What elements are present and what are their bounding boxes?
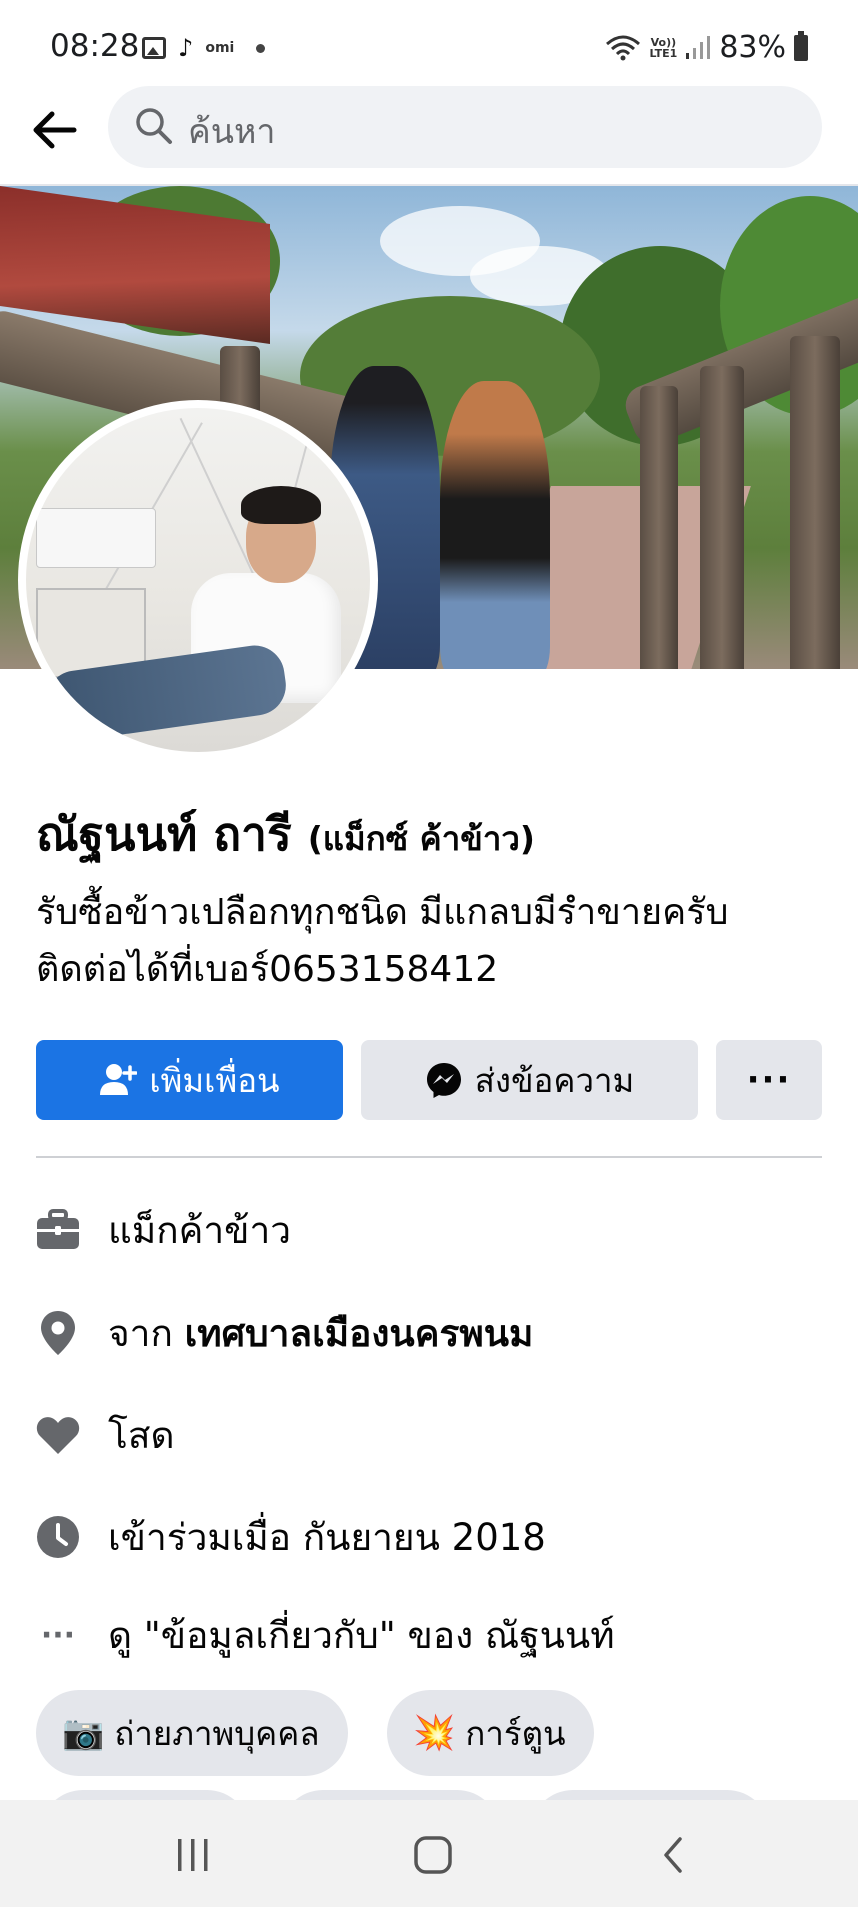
search-placeholder: ค้นหา	[188, 112, 276, 152]
add-friend-icon	[100, 1064, 138, 1095]
more-horizontal-icon: ···	[36, 1613, 80, 1657]
home-icon	[414, 1836, 452, 1874]
top-bar: ค้นหา	[0, 86, 858, 186]
signal-icon	[686, 35, 711, 59]
chevron-left-icon	[664, 1837, 682, 1873]
messenger-icon	[426, 1063, 461, 1098]
joined-text: เข้าร่วมเมื่อ กันยายน 2018	[108, 1515, 546, 1559]
add-friend-label: เพิ่มเพื่อน	[149, 1060, 280, 1100]
wifi-icon	[606, 35, 641, 60]
tiktok-icon: ♪	[178, 34, 194, 62]
work-text: แม็กค้าข้าว	[108, 1208, 292, 1252]
hometown-prefix: จาก	[108, 1311, 173, 1355]
person-shape	[440, 381, 550, 669]
collision-icon: 💥	[413, 1713, 456, 1753]
message-label: ส่งข้อความ	[474, 1060, 635, 1100]
battery-percent: 83%	[719, 30, 786, 65]
divider	[36, 1156, 822, 1158]
status-bar: 08:28 ♪ omi Vo)) LTE1 83%	[0, 0, 858, 92]
notification-dot-icon	[256, 43, 266, 53]
volte-label-top: Vo))	[650, 35, 677, 49]
heart-icon	[36, 1413, 80, 1457]
search-input[interactable]: ค้นหา	[108, 86, 822, 168]
back-arrow-icon	[33, 111, 77, 149]
interest-chip-cartoon[interactable]: 💥 การ์ตูน	[387, 1690, 594, 1776]
status-right-icons: Vo)) LTE1 83%	[605, 30, 808, 65]
avatar-photo	[26, 408, 370, 752]
post-shape	[700, 366, 744, 669]
relationship-text: โสด	[108, 1413, 175, 1457]
avatar[interactable]	[18, 400, 378, 760]
gallery-icon	[142, 37, 166, 59]
interest-label: ถ่ายภาพบุคคล	[114, 1713, 320, 1753]
system-back-button[interactable]	[643, 1830, 703, 1880]
clock-icon	[36, 1515, 80, 1559]
more-horizontal-glyph: ···	[40, 1617, 76, 1653]
location-pin-icon	[36, 1311, 80, 1355]
battery-icon	[794, 30, 808, 61]
more-options-button[interactable]: ···	[716, 1040, 822, 1120]
back-button[interactable]	[28, 104, 80, 156]
volte-icon: Vo)) LTE1	[649, 37, 677, 59]
profile-actions: เพิ่มเพื่อน ส่งข้อความ ···	[36, 1040, 822, 1120]
detail-joined: เข้าร่วมเมื่อ กันยายน 2018	[36, 1507, 836, 1567]
profile-name-text: ณัฐนนท์ ถารี	[36, 807, 292, 861]
camera-icon: 📷	[62, 1713, 105, 1753]
post-shape	[640, 386, 678, 669]
status-time: 08:28	[50, 28, 140, 64]
hometown-link[interactable]: เทศบาลเมืองนครพนม	[185, 1312, 534, 1355]
profile-name: ณัฐนนท์ ถารี (แม็กซ์ ค้าข้าว)	[36, 798, 535, 871]
interest-label: การ์ตูน	[465, 1713, 566, 1753]
status-left-icons: ♪ omi	[142, 34, 266, 62]
detail-hometown: จาก เทศบาลเมืองนครพนม	[36, 1303, 836, 1363]
hair-shape	[241, 486, 321, 524]
recent-apps-icon	[178, 1839, 208, 1871]
interest-chip-photography[interactable]: 📷 ถ่ายภาพบุคคล	[36, 1690, 348, 1776]
system-nav-bar	[0, 1800, 858, 1907]
hometown-text: จาก เทศบาลเมืองนครพนม	[108, 1304, 533, 1363]
bio-line: ติดต่อได้ที่เบอร์0653158412	[36, 949, 499, 990]
detail-about-link[interactable]: ··· ดู "ข้อมูลเกี่ยวกับ" ของ ณัฐนนท์	[36, 1605, 836, 1665]
post-shape	[790, 336, 840, 669]
recent-apps-button[interactable]	[163, 1830, 223, 1880]
profile-bio: รับซื้อข้าวเปลือกทุกชนิด มีแกลบมีรำขายคร…	[36, 884, 836, 998]
more-options-icon: ···	[746, 1060, 792, 1100]
message-button[interactable]: ส่งข้อความ	[361, 1040, 698, 1120]
search-icon	[136, 108, 172, 144]
omi-icon: omi	[205, 40, 235, 56]
air-conditioner-shape	[36, 508, 156, 568]
add-friend-button[interactable]: เพิ่มเพื่อน	[36, 1040, 343, 1120]
profile-alt-name: (แม็กซ์ ค้าข้าว)	[307, 819, 535, 858]
detail-work: แม็กค้าข้าว	[36, 1200, 836, 1260]
about-link-text[interactable]: ดู "ข้อมูลเกี่ยวกับ" ของ ณัฐนนท์	[108, 1606, 615, 1665]
volte-label-bottom: LTE1	[649, 46, 678, 60]
detail-relationship: โสด	[36, 1405, 836, 1465]
home-button[interactable]	[403, 1830, 463, 1880]
bio-line: รับซื้อข้าวเปลือกทุกชนิด มีแกลบมีรำขายคร…	[36, 892, 729, 933]
briefcase-icon	[36, 1208, 80, 1252]
